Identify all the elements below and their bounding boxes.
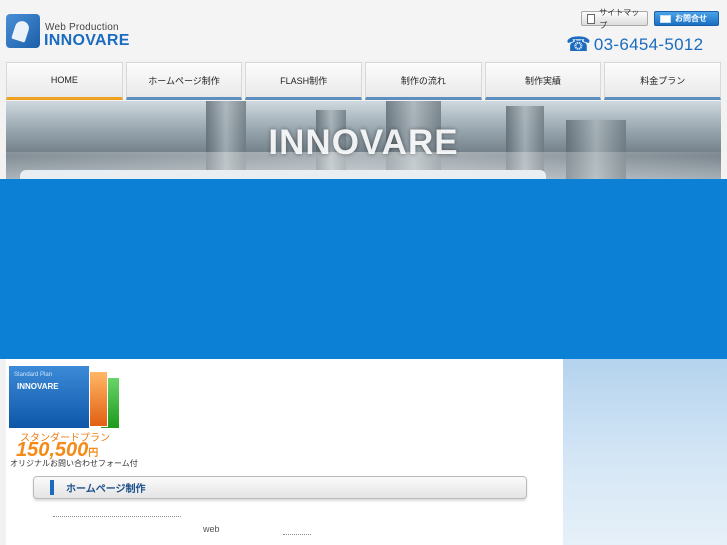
sitemap-button[interactable]: サイトマップ [581,8,648,30]
contact-button[interactable]: お問合せ [654,11,719,26]
phone-icon: ☎ [566,34,591,56]
box-plan-label: Standard Plan [14,372,53,378]
phone-number: ☎ 03-6454-5012 [566,35,703,55]
product-box-image[interactable]: Standard Plan INNOVARE [6,363,128,429]
section-marker [50,480,54,495]
contact-label: お問合せ [675,14,707,23]
hero-banner: INNOVARE [6,101,721,180]
section-title: ホームページ制作 [66,484,146,495]
nav-tab-flash-production[interactable]: FLASH制作 [245,62,363,100]
nav-tab-home[interactable]: HOME [6,62,123,100]
box-blue-shape: Standard Plan INNOVARE [8,365,90,429]
flash-area [0,179,727,359]
document-icon [587,13,596,24]
sitemap-label: サイトマップ [599,7,640,30]
nav-tab-pricing[interactable]: 料金プラン [604,62,722,100]
logo-icon[interactable] [6,14,40,48]
section-heading: ホームページ制作 [33,476,527,499]
dotted-divider [283,534,311,535]
main-nav: HOME ホームページ制作 FLASH制作 制作の流れ 制作実績 料金プラン [6,62,722,100]
mail-icon [660,14,671,23]
banner-title: INNOVARE [268,123,459,162]
nav-tab-workflow[interactable]: 制作の流れ [365,62,482,100]
box-brand-label: INNOVARE [17,382,59,391]
plan-note: オリジナルお問い合わせフォーム付 [10,459,138,468]
nav-tab-works[interactable]: 制作実績 [484,62,602,100]
site-header: Web Production INNOVARE サイトマップ お問合せ ☎ 03… [0,0,727,60]
body-text: web [203,524,220,534]
nav-tab-homepage-production[interactable]: ホームページ制作 [125,62,243,100]
logo-title[interactable]: INNOVARE [44,32,130,50]
side-column [563,359,727,545]
phone-text: 03-6454-5012 [593,35,704,54]
dotted-divider [53,516,181,517]
